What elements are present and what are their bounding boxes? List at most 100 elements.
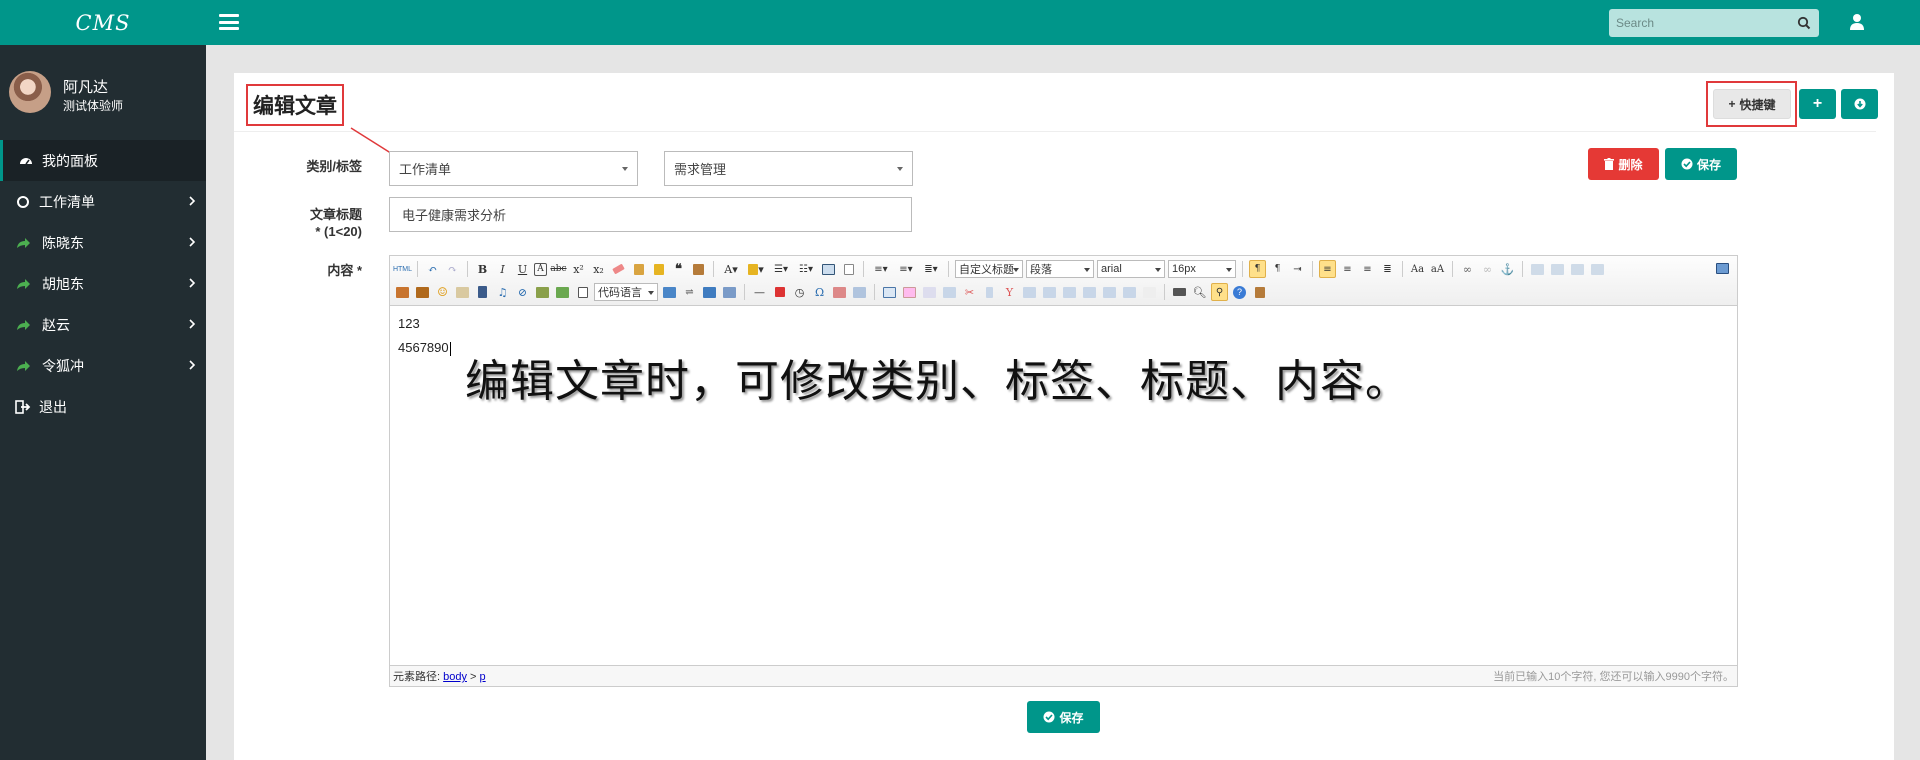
word-image-icon[interactable] xyxy=(721,283,738,301)
avatar[interactable] xyxy=(9,71,51,113)
uppercase-icon[interactable]: Aa xyxy=(1409,260,1426,278)
unlink-icon[interactable]: ∞ xyxy=(1479,260,1496,278)
category-select[interactable]: 工作清单 xyxy=(389,151,638,186)
element-path-body-link[interactable]: body xyxy=(443,671,467,683)
insert-image-icon[interactable] xyxy=(414,283,431,301)
menu-toggle-icon[interactable] xyxy=(219,12,239,32)
code-language-select[interactable]: 代码语言 xyxy=(594,283,658,301)
search-input[interactable] xyxy=(1609,10,1789,36)
attachment-icon[interactable]: ⊘ xyxy=(514,283,531,301)
format-brush-icon[interactable] xyxy=(630,260,647,278)
font-family-select[interactable]: arial xyxy=(1097,260,1165,278)
help-icon[interactable]: ? xyxy=(1231,283,1248,301)
italic-icon[interactable]: I xyxy=(494,260,511,278)
shortcut-button[interactable]: + 快捷键 xyxy=(1713,89,1791,119)
image-right-icon[interactable] xyxy=(1569,260,1586,278)
scrawl-icon[interactable] xyxy=(454,283,471,301)
sidebar-item-zhaoyun[interactable]: 赵云 xyxy=(0,304,206,345)
delete-col-icon[interactable]: Y xyxy=(1001,283,1018,301)
split-rows-icon[interactable] xyxy=(1101,283,1118,301)
search-icon[interactable] xyxy=(1797,16,1811,30)
select-all-icon[interactable] xyxy=(820,260,837,278)
html-source-icon[interactable]: HTML xyxy=(393,260,412,278)
insert-frame-icon[interactable] xyxy=(534,283,551,301)
fullscreen-icon[interactable] xyxy=(1714,259,1731,277)
image-none-icon[interactable] xyxy=(1529,260,1546,278)
add-button[interactable]: + xyxy=(1799,89,1836,119)
sidebar-item-logout[interactable]: 退出 xyxy=(0,386,206,427)
bold-icon[interactable]: B xyxy=(474,260,491,278)
map-icon[interactable] xyxy=(554,283,571,301)
image-left-icon[interactable] xyxy=(1549,260,1566,278)
clear-doc-icon[interactable] xyxy=(840,260,857,278)
strikethrough-icon[interactable]: abc xyxy=(550,260,567,278)
save-button-top[interactable]: 保存 xyxy=(1665,148,1737,180)
background-icon[interactable] xyxy=(701,283,718,301)
delete-row-icon[interactable]: ✂ xyxy=(961,283,978,301)
custom-title-select[interactable]: 自定义标题 xyxy=(955,260,1023,278)
row-spacing-top-icon[interactable]: ≡▾ xyxy=(870,260,892,278)
simple-upload-icon[interactable] xyxy=(394,283,411,301)
app-logo[interactable]: CMS xyxy=(0,0,206,45)
horizontal-rule-icon[interactable]: — xyxy=(751,283,768,301)
align-left-icon[interactable]: ≡ xyxy=(1319,260,1336,278)
element-path-p-link[interactable]: p xyxy=(480,671,486,683)
page-break-icon[interactable]: ⇌ xyxy=(681,283,698,301)
save-button-bottom[interactable]: 保存 xyxy=(1027,701,1100,733)
music-icon[interactable]: ♫ xyxy=(494,283,511,301)
blockquote-icon[interactable]: ❝ xyxy=(670,260,687,278)
insert-table-icon[interactable] xyxy=(881,283,898,301)
ordered-list-icon[interactable]: ☰▾ xyxy=(770,260,792,278)
auto-format-icon[interactable] xyxy=(650,260,667,278)
editor-content-area[interactable]: 123 4567890 编辑文章时，可修改类别、标签、标题、内容。 xyxy=(390,307,1737,667)
search-replace-icon[interactable]: ⚲ xyxy=(1211,283,1228,301)
align-justify-icon[interactable]: ≣ xyxy=(1379,260,1396,278)
paragraph-select[interactable]: 段落 xyxy=(1026,260,1094,278)
split-cols-icon[interactable] xyxy=(1121,283,1138,301)
chart-icon[interactable] xyxy=(1141,283,1158,301)
sidebar-item-dashboard[interactable]: 我的面板 xyxy=(0,140,206,181)
tag-select[interactable]: 需求管理 xyxy=(664,151,913,186)
merge-cells-icon[interactable] xyxy=(1021,283,1038,301)
row-spacing-bottom-icon[interactable]: ≡▾ xyxy=(895,260,917,278)
merge-right-icon[interactable] xyxy=(1041,283,1058,301)
time-icon[interactable]: ◷ xyxy=(791,283,808,301)
undo-icon[interactable]: ↶ xyxy=(424,260,441,278)
redo-icon[interactable]: ↷ xyxy=(444,260,461,278)
snapscreen-icon[interactable] xyxy=(831,283,848,301)
link-icon[interactable]: ∞ xyxy=(1459,260,1476,278)
user-icon[interactable] xyxy=(1847,12,1867,32)
insert-col-icon[interactable] xyxy=(981,283,998,301)
direction-rtl-icon[interactable]: ¶ xyxy=(1269,260,1286,278)
insert-video-icon[interactable] xyxy=(474,283,491,301)
sidebar-item-worklist[interactable]: 工作清单 xyxy=(0,181,206,222)
preview-icon[interactable]: 🔍︎ xyxy=(1191,283,1208,301)
emotion-icon[interactable]: ☺ xyxy=(434,283,451,301)
sidebar-item-linghuchong[interactable]: 令狐冲 xyxy=(0,345,206,386)
underline-icon[interactable]: U xyxy=(514,260,531,278)
background-color-icon[interactable]: ▾ xyxy=(745,260,767,278)
direction-ltr-icon[interactable]: ¶ xyxy=(1249,260,1266,278)
line-height-icon[interactable]: ≣▾ xyxy=(920,260,942,278)
sidebar-item-huxudong[interactable]: 胡旭东 xyxy=(0,263,206,304)
sidebar-item-chenxiaodong[interactable]: 陈晓东 xyxy=(0,222,206,263)
font-color-icon[interactable]: A▾ xyxy=(720,260,742,278)
insert-code-icon[interactable] xyxy=(574,283,591,301)
insert-row-icon[interactable] xyxy=(941,283,958,301)
indent-icon[interactable]: ⇥ xyxy=(1289,260,1306,278)
date-icon[interactable] xyxy=(771,283,788,301)
image-center-icon[interactable] xyxy=(1589,260,1606,278)
subscript-icon[interactable]: x₂ xyxy=(590,260,607,278)
anchor-icon[interactable]: ⚓ xyxy=(1499,260,1516,278)
unordered-list-icon[interactable]: ☷▾ xyxy=(795,260,817,278)
font-size-select[interactable]: 16px xyxy=(1168,260,1236,278)
insert-para-before-table-icon[interactable] xyxy=(921,283,938,301)
merge-down-icon[interactable] xyxy=(1061,283,1078,301)
template-icon[interactable] xyxy=(661,283,678,301)
superscript-icon[interactable]: x² xyxy=(570,260,587,278)
paste-plain-icon[interactable] xyxy=(690,260,707,278)
split-cells-icon[interactable] xyxy=(1081,283,1098,301)
font-border-icon[interactable]: A xyxy=(534,262,547,276)
print-icon[interactable] xyxy=(1171,283,1188,301)
article-title-input[interactable] xyxy=(389,197,912,232)
